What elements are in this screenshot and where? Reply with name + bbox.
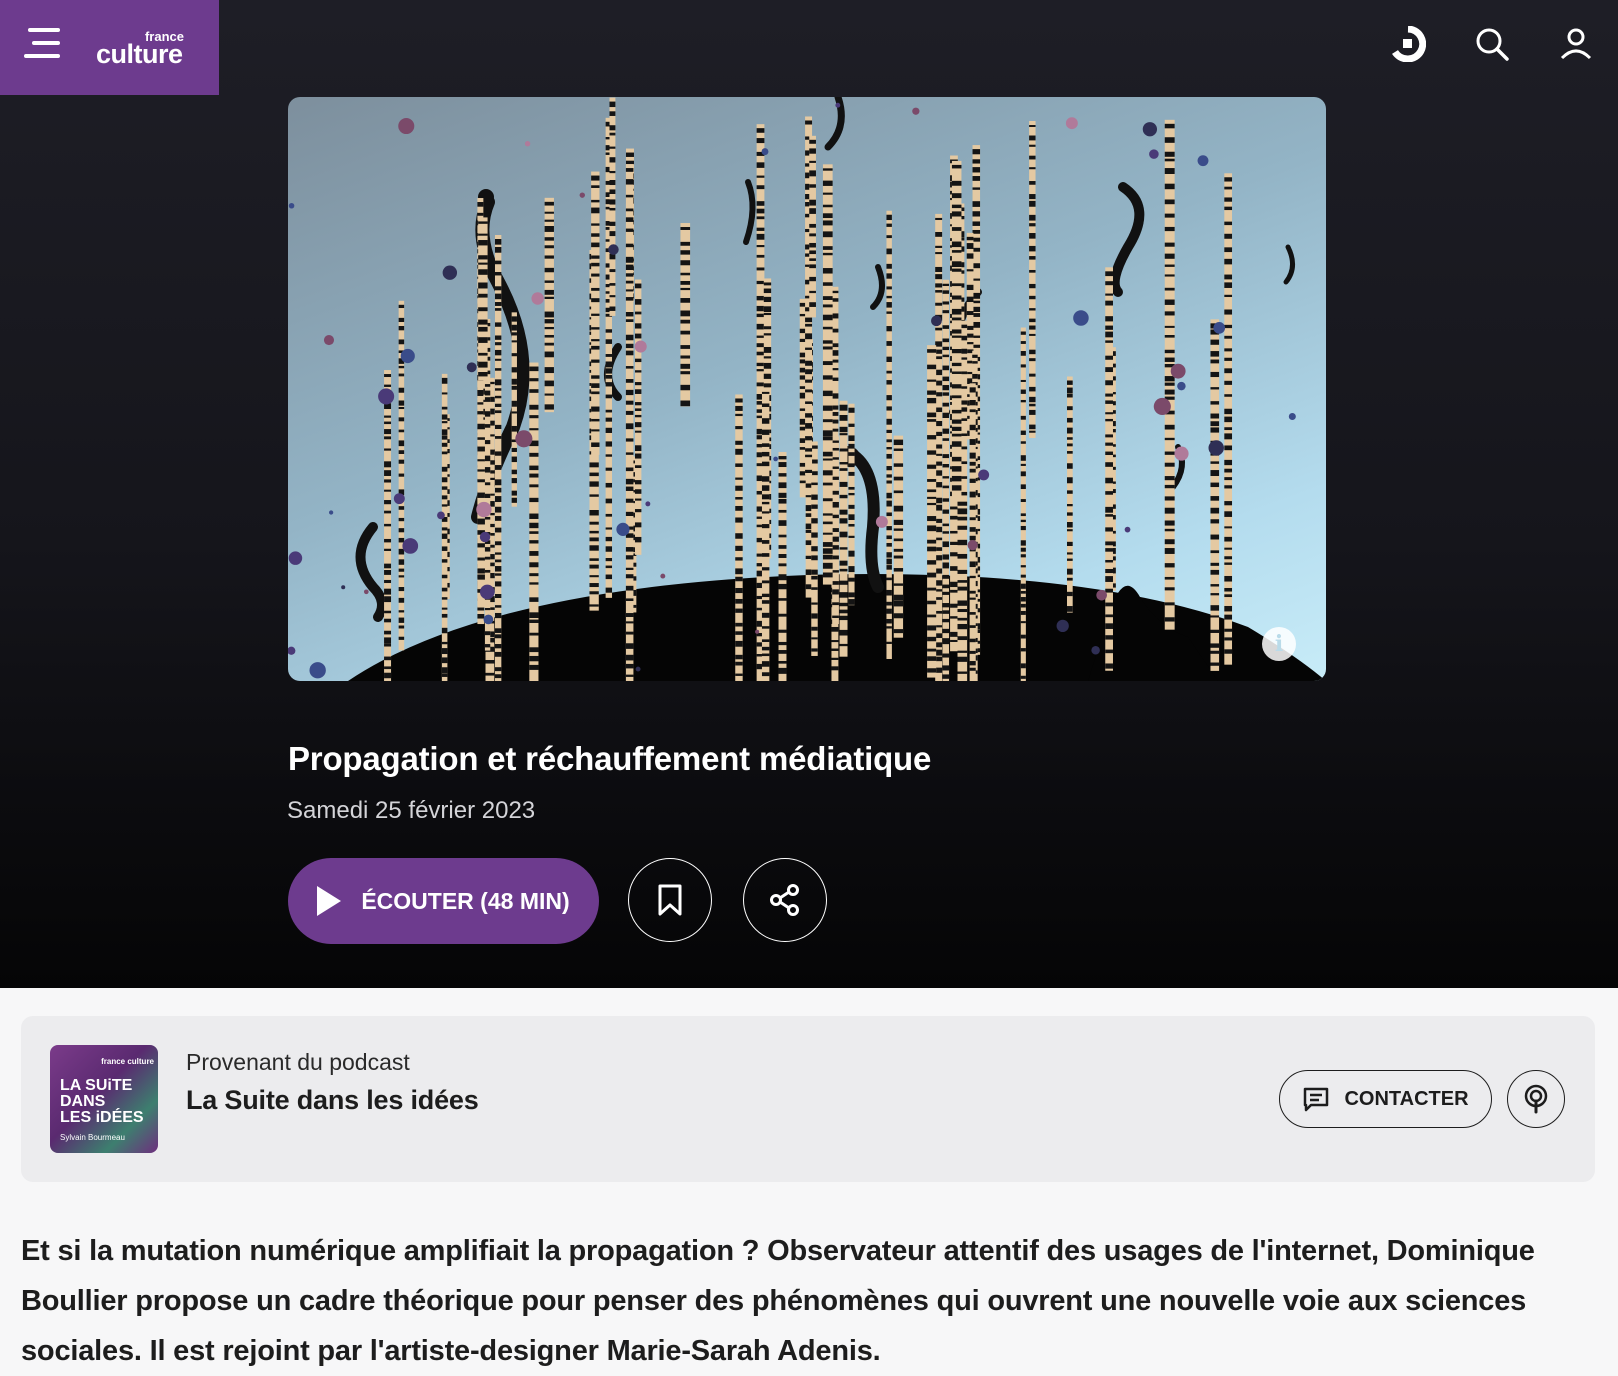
play-icon [317,886,342,916]
podcast-subscribe-button[interactable] [1507,1070,1565,1128]
message-icon [1304,1087,1329,1112]
podcast-name-link[interactable]: La Suite dans les idées [186,1085,479,1116]
hamburger-icon[interactable] [24,28,62,62]
cover-logo-text: france culture [101,1057,154,1066]
cover-author: Sylvain Bourmeau [60,1133,125,1142]
hero-section: france culture i Propagation et réchauff… [0,0,1618,988]
listen-label: ÉCOUTER (48 MIN) [361,887,570,914]
episode-title: Propagation et réchauffement médiatique [288,740,932,777]
info-icon[interactable]: i [1262,627,1296,661]
logo-big-text: culture [96,39,183,69]
user-icon[interactable] [1534,0,1618,88]
logo-box: france culture [0,0,219,95]
search-icon[interactable] [1450,0,1534,88]
episode-description: Et si la mutation numérique amplifiait l… [21,1235,1535,1367]
listen-button[interactable]: ÉCOUTER (48 MIN) [288,858,599,944]
bookmark-button[interactable] [628,858,712,942]
top-icon-bar [1366,0,1618,88]
episode-date: Samedi 25 février 2023 [287,797,536,824]
share-icon [770,884,799,916]
episode-cover-image: i [288,97,1326,681]
podcast-icon [1524,1084,1548,1114]
contact-button[interactable]: CONTACTER [1279,1070,1492,1128]
podcast-card: france culture LA SUiTE DANS LES iDÉES S… [21,1016,1595,1182]
bookmark-icon [658,884,682,916]
radio-live-icon[interactable] [1366,0,1450,88]
episode-artwork [288,97,1326,681]
contact-label: CONTACTER [1344,1087,1469,1110]
podcast-cover[interactable]: france culture LA SUiTE DANS LES iDÉES S… [50,1045,158,1153]
share-button[interactable] [743,858,827,942]
provenance-label: Provenant du podcast [186,1049,410,1075]
cover-title: LA SUiTE DANS LES iDÉES [60,1077,144,1126]
france-culture-logo[interactable]: france culture [96,30,184,70]
